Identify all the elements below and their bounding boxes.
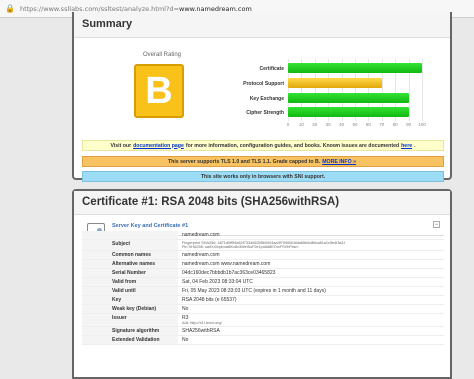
table-row: Subject Fingerprint SHA256: 4871d0ff59a82…	[82, 239, 444, 251]
known-issues-link[interactable]: here	[401, 143, 412, 149]
x-tick-label: 60	[365, 122, 371, 127]
report-page: Summary Overall Rating B Certificate Prot…	[72, 12, 452, 379]
row-key: Common names	[82, 250, 178, 260]
x-tick-label: 70	[379, 122, 385, 127]
row-value: RSA 2048 bits (e 65537)	[178, 295, 444, 305]
notice-text: This site works only in browsers with SN…	[200, 173, 326, 180]
bar-label: Key Exchange	[249, 96, 284, 102]
x-tick-label: 50	[352, 122, 358, 127]
notice-text: Visit our	[110, 142, 132, 149]
row-key: Extended Validation	[82, 335, 178, 345]
bar-key-exchange	[288, 93, 409, 103]
row-key: Alternative names	[82, 259, 178, 269]
row-value: Fri, 05 May 2023 08:33:03 UTC (expires i…	[178, 286, 444, 296]
notice-text: .	[414, 142, 416, 149]
row-key: Serial Number	[82, 268, 178, 278]
x-tick-label: 20	[312, 122, 318, 127]
row-value: 04dc160dec7bbbdb1b7ac363ce03465823	[178, 268, 444, 278]
overall-rating-label: Overall Rating	[142, 52, 181, 58]
row-value: namedream.com www.namedream.com	[178, 259, 444, 269]
table-row: Weak key (Debian) No	[82, 304, 444, 314]
bar-label: Certificate	[259, 66, 284, 72]
table-row: Serial Number 04dc160dec7bbbdb1b7ac363ce0…	[82, 268, 444, 278]
table-row: namedream.com	[82, 231, 444, 240]
row-key: Subject	[82, 239, 178, 251]
lock-icon: 🔒	[5, 4, 15, 13]
tls-warning-notice: This server supports TLS 1.0 and TLS 1.1…	[82, 156, 444, 167]
bar-label: Cipher Strength	[246, 110, 284, 116]
table-row: Valid until Fri, 05 May 2023 08:33:03 UTC…	[82, 286, 444, 296]
row-key: Key	[82, 295, 178, 305]
row-value: Fingerprint SHA256: 4871d0ff59a82f7334d5…	[178, 239, 444, 251]
row-value: SHA256withRSA	[178, 326, 444, 336]
row-key: Valid from	[82, 277, 178, 287]
row-key: Weak key (Debian)	[82, 304, 178, 314]
bar-row: Protocol Support	[222, 78, 432, 89]
bar-row: Cipher Strength	[222, 107, 432, 118]
chart-x-axis: 0 10 20 30 40 50 60 70 80 90 100	[286, 122, 426, 130]
row-value: No	[178, 304, 444, 314]
rating-bar-chart: Certificate Protocol Support Key Exchange C…	[222, 59, 432, 129]
x-tick-label: 10	[298, 122, 304, 127]
certificate-title: Certificate #1: RSA 2048 bits (SHA256wit…	[74, 191, 450, 215]
row-value: namedream.com	[178, 250, 444, 260]
table-row: Key RSA 2048 bits (e 65537)	[82, 295, 444, 305]
certificate-card: Certificate #1: RSA 2048 bits (SHA256wit…	[72, 189, 452, 379]
table-row: Alternative names namedream.com www.named…	[82, 259, 444, 269]
x-tick-label: 40	[339, 122, 345, 127]
row-key	[82, 231, 178, 240]
notice-text: This server supports TLS 1.0 and TLS 1.1…	[168, 158, 321, 165]
x-tick-label: 90	[406, 122, 412, 127]
more-info-link[interactable]: MORE INFO »	[322, 159, 356, 165]
x-tick-label: 100	[418, 122, 426, 127]
row-value: No	[178, 335, 444, 345]
documentation-notice: Visit our documentation page for more in…	[82, 140, 444, 151]
x-tick-label: 0	[286, 122, 290, 127]
certificate-details-table: namedream.com Subject Fingerprint SHA256: …	[82, 231, 444, 345]
row-value-detail: AIA: http://r3.i.lencr.org/	[182, 321, 222, 325]
table-row: Issuer R3 AIA: http://r3.i.lencr.org/	[82, 313, 444, 327]
row-key: Signature algorithm	[82, 326, 178, 336]
row-value: Sat, 04 Feb 2023 08:33:04 UTC	[178, 277, 444, 287]
x-tick-label: 80	[392, 122, 398, 127]
table-row: Extended Validation No	[82, 335, 444, 345]
sni-notice: This site works only in browsers with SN…	[82, 171, 444, 182]
bar-certificate	[288, 63, 422, 73]
bar-row: Certificate	[222, 63, 432, 74]
row-key: Valid until	[82, 286, 178, 296]
table-row: Common names namedream.com	[82, 250, 444, 260]
summary-card: Summary Overall Rating B Certificate Prot…	[72, 12, 452, 182]
notice-text: for more information, configuration guid…	[185, 142, 400, 149]
server-key-title: Server Key and Certificate #1	[112, 223, 189, 229]
table-row: Signature algorithm SHA256withRSA	[82, 326, 444, 336]
row-value: R3 AIA: http://r3.i.lencr.org/	[178, 313, 444, 327]
summary-title: Summary	[74, 12, 450, 38]
x-tick-label: 30	[325, 122, 331, 127]
collapse-toggle-button[interactable]: −	[433, 221, 440, 228]
row-value-detail: Pin SHA256: ua9X4Vq4mw6Kx8v3WeI5uF2e1pu8…	[182, 245, 299, 249]
bar-cipher-strength	[288, 107, 409, 117]
row-value: namedream.com	[178, 231, 444, 240]
table-row: Valid from Sat, 04 Feb 2023 08:33:04 UTC	[82, 277, 444, 287]
documentation-link[interactable]: documentation page	[133, 143, 184, 149]
row-key: Issuer	[82, 313, 178, 327]
bar-label: Protocol Support	[243, 81, 284, 87]
bar-protocol-support	[288, 78, 382, 88]
bar-row: Key Exchange	[222, 93, 432, 104]
grade-badge: B	[134, 64, 184, 118]
